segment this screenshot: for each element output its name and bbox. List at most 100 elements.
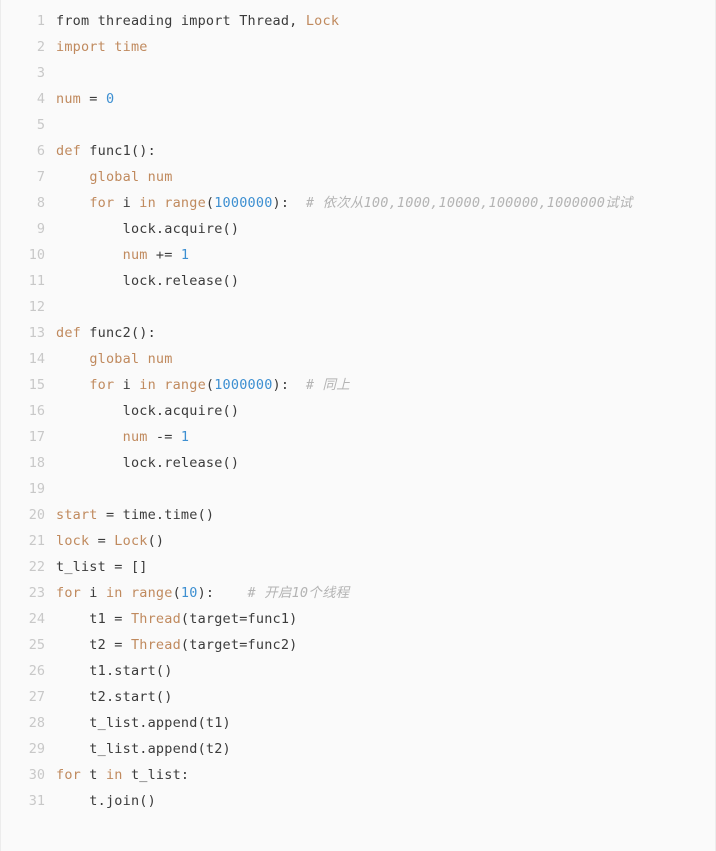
code-line-content: lock.release() (45, 268, 239, 294)
code-token-kw: global num (89, 351, 173, 367)
code-line-content: for i in range(1000000): # 依次从100,1000,1… (45, 190, 633, 216)
code-line[interactable]: 4 num = 0 (1, 86, 715, 112)
code-line-content: t1.start() (45, 658, 173, 684)
code-line[interactable]: 19 (1, 476, 715, 502)
code-token-kw: def (56, 325, 81, 341)
code-token-txt: t2.start() (56, 689, 173, 705)
code-line-content: t1 = Thread(target=func1) (45, 606, 298, 632)
code-token-txt: (target=func2) (180, 637, 298, 653)
line-number: 16 (28, 403, 45, 419)
code-line[interactable]: 24 t1 = Thread(target=func1) (1, 606, 715, 632)
code-token-num: 10 (180, 585, 198, 601)
code-line[interactable]: 17 num -= 1 (1, 424, 715, 450)
code-token-txt: t (80, 767, 106, 783)
code-token-cmt: # 同上 (305, 377, 350, 393)
code-line[interactable]: 16 lock.acquire() (1, 398, 715, 424)
code-line[interactable]: 27 t2.start() (1, 684, 715, 710)
code-line-content: for i in range(1000000): # 同上 (45, 372, 350, 398)
line-number: 24 (28, 611, 45, 627)
code-line[interactable]: 13 def func2(): (1, 320, 715, 346)
code-line[interactable]: 26 t1.start() (1, 658, 715, 684)
line-number: 28 (28, 715, 45, 731)
code-token-txt: i (114, 195, 140, 211)
code-line[interactable]: 30 for t in t_list: (1, 762, 715, 788)
code-token-kw: global num (89, 169, 173, 185)
line-number: 20 (28, 507, 45, 523)
code-token-cls: Thread (130, 637, 181, 653)
code-line[interactable]: 12 (1, 294, 715, 320)
code-token-txt: (target=func1) (180, 611, 298, 627)
line-number: 2 (36, 39, 45, 55)
code-token-cls: Lock (305, 13, 340, 29)
code-line[interactable]: 29 t_list.append(t2) (1, 736, 715, 762)
code-token-name: start (56, 507, 98, 523)
code-token-txt: = (89, 533, 115, 549)
code-line[interactable]: 10 num += 1 (1, 242, 715, 268)
code-line-content: from threading import Thread, Lock (45, 8, 339, 34)
code-token-txt: t2 = (56, 637, 131, 653)
line-number: 15 (28, 377, 45, 393)
code-line[interactable]: 20 start = time.time() (1, 502, 715, 528)
code-token-kw: for (89, 377, 115, 393)
line-number: 10 (28, 247, 45, 263)
code-token-kw: in (139, 377, 156, 393)
code-line[interactable]: 28 t_list.append(t1) (1, 710, 715, 736)
code-token-txt: ): (272, 377, 306, 393)
line-number: 31 (28, 793, 45, 809)
code-token-num: 0 (105, 91, 115, 107)
code-viewer[interactable]: 1 from threading import Thread, Lock 2 impo… (0, 0, 716, 851)
code-token-txt: ): (197, 585, 248, 601)
code-line[interactable]: 18 lock.release() (1, 450, 715, 476)
code-line[interactable]: 5 (1, 112, 715, 138)
line-number: 7 (36, 169, 45, 185)
line-number: 5 (36, 117, 45, 133)
code-line-content: t2.start() (45, 684, 173, 710)
code-token-kw: in (139, 195, 156, 211)
code-line-content: lock.acquire() (45, 398, 239, 424)
code-line[interactable]: 3 (1, 60, 715, 86)
code-line[interactable]: 25 t2 = Thread(target=func2) (1, 632, 715, 658)
code-line-content: global num (45, 346, 173, 372)
code-token-name: num (122, 247, 148, 263)
code-line[interactable]: 15 for i in range(1000000): # 同上 (1, 372, 715, 398)
code-token-kw: for (89, 195, 115, 211)
code-line-content: t2 = Thread(target=func2) (45, 632, 298, 658)
line-number: 26 (28, 663, 45, 679)
code-token-num: 1000000 (214, 195, 273, 211)
code-line[interactable]: 2 import time (1, 34, 715, 60)
code-line[interactable]: 6 def func1(): (1, 138, 715, 164)
line-number: 22 (28, 559, 45, 575)
code-line[interactable]: 7 global num (1, 164, 715, 190)
code-token-txt: i (114, 377, 140, 393)
code-token-kw: for (56, 767, 81, 783)
code-token-txt: t_list.append(t1) (56, 715, 231, 731)
line-number: 11 (28, 273, 45, 289)
code-token-txt: lock.release() (56, 273, 240, 289)
code-line[interactable]: 23 for i in range(10): # 开启10个线程 (1, 580, 715, 606)
code-token-txt: ( (172, 585, 181, 601)
code-line[interactable]: 11 lock.release() (1, 268, 715, 294)
line-number: 29 (28, 741, 45, 757)
code-line[interactable]: 21 lock = Lock() (1, 528, 715, 554)
line-number: 6 (36, 143, 45, 159)
code-line[interactable]: 31 t.join() (1, 788, 715, 814)
code-line-content: t_list = [] (45, 554, 148, 580)
code-line[interactable]: 14 global num (1, 346, 715, 372)
line-number: 23 (28, 585, 45, 601)
code-line[interactable]: 8 for i in range(1000000): # 依次从100,1000… (1, 190, 715, 216)
line-number: 17 (28, 429, 45, 445)
code-token-name: num (122, 429, 148, 445)
code-line-content: lock.release() (45, 450, 239, 476)
code-token-kw: for (56, 585, 81, 601)
line-number: 25 (28, 637, 45, 653)
code-line[interactable]: 22 t_list = [] (1, 554, 715, 580)
code-token-num: 1000000 (214, 377, 273, 393)
code-line[interactable]: 9 lock.acquire() (1, 216, 715, 242)
line-number: 8 (36, 195, 45, 211)
code-line[interactable]: 1 from threading import Thread, Lock (1, 8, 715, 34)
line-number: 30 (28, 767, 45, 783)
